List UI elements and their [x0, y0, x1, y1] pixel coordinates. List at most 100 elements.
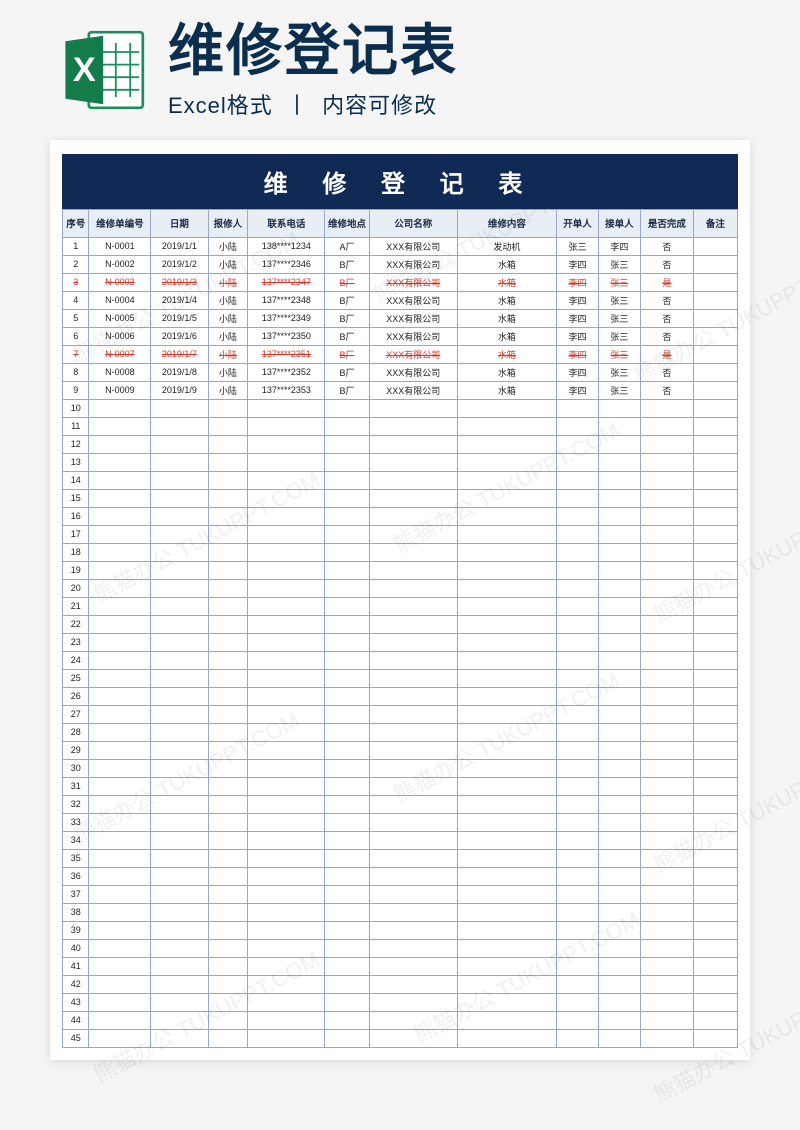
cell-empty — [248, 903, 325, 921]
cell-empty — [640, 867, 693, 885]
cell-seq: 32 — [63, 795, 89, 813]
sheet-title: 维 修 登 记 表 — [62, 154, 738, 209]
cell-empty — [151, 957, 208, 975]
cell-empty — [457, 633, 556, 651]
cell-empty — [325, 507, 369, 525]
cell-empty — [457, 813, 556, 831]
cell-empty — [325, 831, 369, 849]
cell-empty — [369, 849, 457, 867]
cell-empty — [89, 579, 151, 597]
cell-empty — [640, 651, 693, 669]
cell-seq: 5 — [63, 309, 89, 327]
table-row: 8N-00082019/1/8小陆137****2352B厂XXX有限公司水箱李… — [63, 363, 738, 381]
cell-empty — [693, 777, 737, 795]
cell-empty — [693, 903, 737, 921]
cell-empty — [208, 1029, 248, 1047]
table-row: 4N-00042019/1/4小陆137****2348B厂XXX有限公司水箱李… — [63, 291, 738, 309]
cell-reporter: 小陆 — [208, 381, 248, 399]
cell-empty — [693, 885, 737, 903]
cell-empty — [598, 453, 640, 471]
cell-empty — [325, 669, 369, 687]
cell-seq: 30 — [63, 759, 89, 777]
table-row-empty: 24 — [63, 651, 738, 669]
cell-seq: 43 — [63, 993, 89, 1011]
cell-empty — [151, 471, 208, 489]
cell-date: 2019/1/6 — [151, 327, 208, 345]
table-body: 1N-00012019/1/1小陆138****1234A厂XXX有限公司发动机… — [63, 237, 738, 1047]
cell-empty — [89, 543, 151, 561]
cell-empty — [325, 435, 369, 453]
cell-seq: 31 — [63, 777, 89, 795]
cell-empty — [248, 453, 325, 471]
cell-loc: A厂 — [325, 237, 369, 255]
cell-empty — [248, 1011, 325, 1029]
cell-loc: B厂 — [325, 363, 369, 381]
cell-empty — [640, 1029, 693, 1047]
cell-empty — [369, 507, 457, 525]
cell-content: 水箱 — [457, 381, 556, 399]
cell-empty — [457, 471, 556, 489]
cell-note — [693, 363, 737, 381]
cell-empty — [325, 1029, 369, 1047]
cell-content: 水箱 — [457, 309, 556, 327]
cell-empty — [369, 795, 457, 813]
cell-seq: 1 — [63, 237, 89, 255]
cell-empty — [151, 795, 208, 813]
cell-empty — [325, 795, 369, 813]
cell-empty — [557, 849, 599, 867]
cell-content: 水箱 — [457, 273, 556, 291]
cell-receiver: 张三 — [598, 291, 640, 309]
maintenance-table: 序号维修单编号日期报修人联系电话维修地点公司名称维修内容开单人接单人是否完成备注… — [62, 209, 738, 1048]
cell-empty — [457, 1011, 556, 1029]
page-subtitle: Excel格式 丨 内容可修改 — [168, 88, 760, 120]
cell-empty — [457, 399, 556, 417]
cell-empty — [248, 507, 325, 525]
table-row: 6N-00062019/1/6小陆137****2350B厂XXX有限公司水箱李… — [63, 327, 738, 345]
cell-note — [693, 381, 737, 399]
cell-empty — [89, 669, 151, 687]
cell-empty — [325, 993, 369, 1011]
cell-empty — [369, 615, 457, 633]
cell-empty — [598, 399, 640, 417]
cell-opener: 李四 — [557, 381, 599, 399]
cell-empty — [151, 1029, 208, 1047]
cell-date: 2019/1/1 — [151, 237, 208, 255]
cell-empty — [208, 435, 248, 453]
cell-empty — [369, 669, 457, 687]
cell-loc: B厂 — [325, 273, 369, 291]
cell-empty — [208, 399, 248, 417]
table-row-empty: 45 — [63, 1029, 738, 1047]
cell-reporter: 小陆 — [208, 273, 248, 291]
table-row-empty: 21 — [63, 597, 738, 615]
cell-empty — [208, 525, 248, 543]
cell-empty — [325, 849, 369, 867]
cell-receiver: 张三 — [598, 273, 640, 291]
cell-empty — [557, 507, 599, 525]
cell-empty — [89, 633, 151, 651]
cell-content: 水箱 — [457, 345, 556, 363]
cell-empty — [693, 453, 737, 471]
cell-empty — [325, 471, 369, 489]
cell-empty — [208, 903, 248, 921]
cell-empty — [598, 723, 640, 741]
table-row-empty: 32 — [63, 795, 738, 813]
cell-empty — [325, 525, 369, 543]
cell-empty — [598, 795, 640, 813]
cell-empty — [557, 831, 599, 849]
cell-empty — [693, 507, 737, 525]
cell-empty — [598, 543, 640, 561]
cell-empty — [89, 831, 151, 849]
cell-empty — [598, 597, 640, 615]
cell-empty — [557, 957, 599, 975]
table-row-empty: 28 — [63, 723, 738, 741]
cell-empty — [248, 867, 325, 885]
table-row: 9N-00092019/1/9小陆137****2353B厂XXX有限公司水箱李… — [63, 381, 738, 399]
cell-empty — [89, 435, 151, 453]
col-header: 报修人 — [208, 209, 248, 237]
table-row-empty: 14 — [63, 471, 738, 489]
cell-empty — [248, 993, 325, 1011]
cell-seq: 11 — [63, 417, 89, 435]
cell-empty — [557, 723, 599, 741]
cell-empty — [325, 579, 369, 597]
cell-empty — [457, 777, 556, 795]
